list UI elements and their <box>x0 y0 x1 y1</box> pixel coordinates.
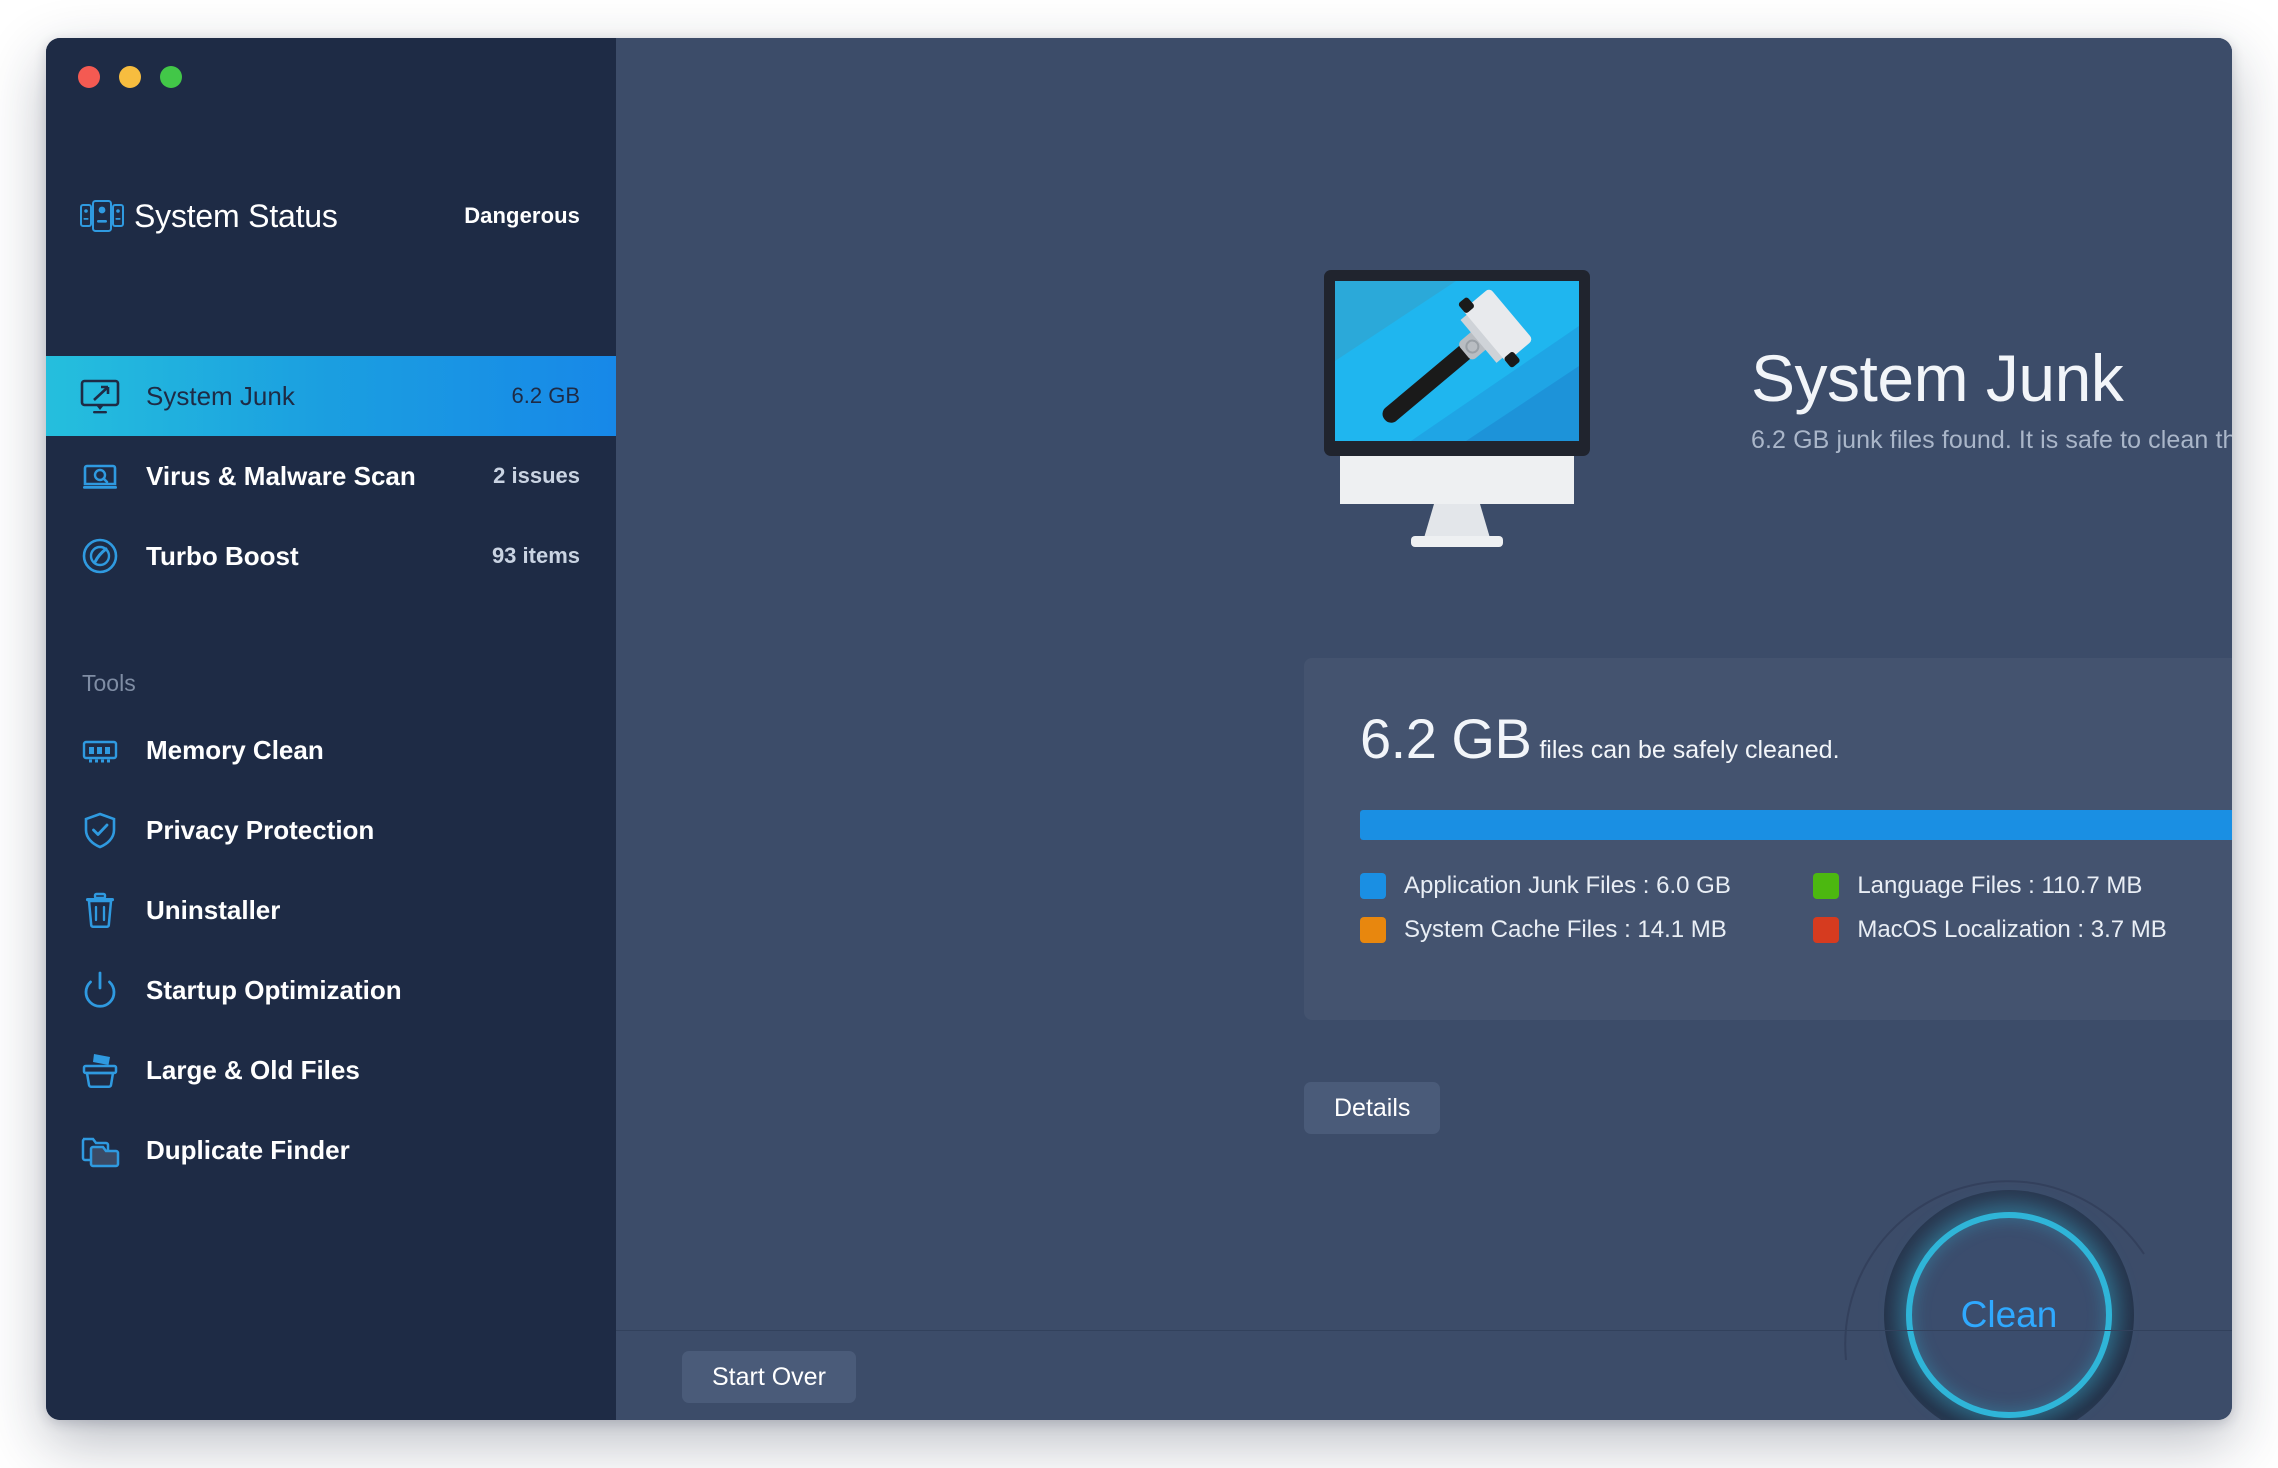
sidebar-item-label: Privacy Protection <box>146 814 375 845</box>
power-icon <box>80 970 120 1010</box>
system-status-label: System Status <box>134 197 338 234</box>
details-button[interactable]: Details <box>1304 1082 1441 1134</box>
sidebar-item-memory-clean[interactable]: Memory Clean <box>46 710 616 790</box>
memory-chip-icon <box>80 730 120 770</box>
start-over-button[interactable]: Start Over <box>682 1351 856 1403</box>
sidebar-item-label: Uninstaller <box>146 894 281 925</box>
legend-swatch <box>1360 917 1386 943</box>
summary-heading: 6.2 GB files can be safely cleaned. <box>1360 706 1840 771</box>
legend-label: System Cache Files : 14.1 MB <box>1404 916 1727 943</box>
legend-label: Application Junk Files : 6.0 GB <box>1404 872 1731 899</box>
sidebar-item-label: Large & Old Files <box>146 1054 360 1085</box>
zoom-button[interactable] <box>160 66 182 88</box>
legend-item: System Cache Files : 14.1 MB <box>1360 916 1813 944</box>
sidebar-item-large-old-files[interactable]: Large & Old Files <box>46 1030 616 1110</box>
sidebar-item-label: Startup Optimization <box>146 974 402 1005</box>
system-status-row: System Status Dangerous <box>46 186 616 246</box>
close-button[interactable] <box>78 66 100 88</box>
sidebar-item-turbo-boost[interactable]: Turbo Boost 93 items <box>46 516 616 596</box>
hero-text-block: System Junk 6.2 GB junk files found. It … <box>1751 341 2232 455</box>
bottom-toolbar: Start Over <box>616 1330 2232 1420</box>
minimize-button[interactable] <box>119 66 141 88</box>
bar-segment <box>1360 810 2232 840</box>
traffic-lights <box>78 66 182 88</box>
shield-check-icon <box>80 810 120 850</box>
sidebar-tools-nav: Memory Clean Privacy Protection Uninstal… <box>46 710 616 1190</box>
junk-summary-card: 6.2 GB files can be safely cleaned. Appl… <box>1304 658 2232 1020</box>
sidebar-item-count: 2 issues <box>493 463 580 488</box>
summary-size-value: 6.2 GB <box>1360 707 1532 770</box>
legend-label: Language Files : 110.7 MB <box>1857 872 2143 899</box>
tools-section-header: Tools <box>82 670 136 696</box>
page-subtitle: 6.2 GB junk files found. It is safe to c… <box>1751 426 2232 455</box>
sidebar-item-uninstaller[interactable]: Uninstaller <box>46 870 616 950</box>
hero-section: System Junk 6.2 GB junk files found. It … <box>616 38 2232 678</box>
box-files-icon <box>80 1050 120 1090</box>
sidebar-item-count: 93 items <box>491 543 580 568</box>
laptop-scan-icon <box>80 456 120 496</box>
legend-item: MacOS Localization : 3.7 MB <box>1813 916 2232 944</box>
sidebar-item-label: System Junk <box>146 380 295 411</box>
summary-note: files can be safely cleaned. <box>1539 736 1840 764</box>
junk-breakdown-legend: Application Junk Files : 6.0 GB Language … <box>1360 872 2232 944</box>
sidebar-item-duplicate-finder[interactable]: Duplicate Finder <box>46 1110 616 1190</box>
sidebar-item-startup-optimization[interactable]: Startup Optimization <box>46 950 616 1030</box>
system-status-icon <box>80 200 124 232</box>
legend-item: Application Junk Files : 6.0 GB <box>1360 872 1813 900</box>
main-content: System Junk 6.2 GB junk files found. It … <box>616 38 2232 1420</box>
app-window: System Status Dangerous System Junk 6.2 … <box>46 38 2232 1420</box>
speedometer-icon <box>80 536 120 576</box>
legend-label: MacOS Localization : 3.7 MB <box>1857 916 2167 943</box>
junk-breakdown-bar <box>1360 810 2232 840</box>
sidebar-item-label: Turbo Boost <box>146 540 299 571</box>
sidebar-item-label: Virus & Malware Scan <box>146 460 416 491</box>
sidebar-item-label: Memory Clean <box>146 734 324 765</box>
sidebar: System Status Dangerous System Junk 6.2 … <box>46 38 616 1420</box>
monitor-squeegee-illustration <box>1316 266 1656 556</box>
folders-icon <box>80 1130 120 1170</box>
legend-swatch <box>1813 917 1840 943</box>
sidebar-item-system-junk[interactable]: System Junk 6.2 GB <box>46 356 616 436</box>
page-title: System Junk <box>1751 341 2124 415</box>
sidebar-primary-nav: System Junk 6.2 GB Virus & Malware Scan … <box>46 356 616 596</box>
legend-swatch <box>1360 873 1386 899</box>
trash-icon <box>80 890 120 930</box>
system-status-value: Dangerous <box>464 203 580 228</box>
sidebar-item-privacy-protection[interactable]: Privacy Protection <box>46 790 616 870</box>
sidebar-item-label: Duplicate Finder <box>146 1134 350 1165</box>
sidebar-item-count: 6.2 GB <box>511 383 580 408</box>
legend-item: Language Files : 110.7 MB <box>1813 872 2232 900</box>
legend-swatch <box>1813 873 1840 899</box>
sidebar-item-virus-malware-scan[interactable]: Virus & Malware Scan 2 issues <box>46 436 616 516</box>
monitor-junk-icon <box>80 376 120 416</box>
